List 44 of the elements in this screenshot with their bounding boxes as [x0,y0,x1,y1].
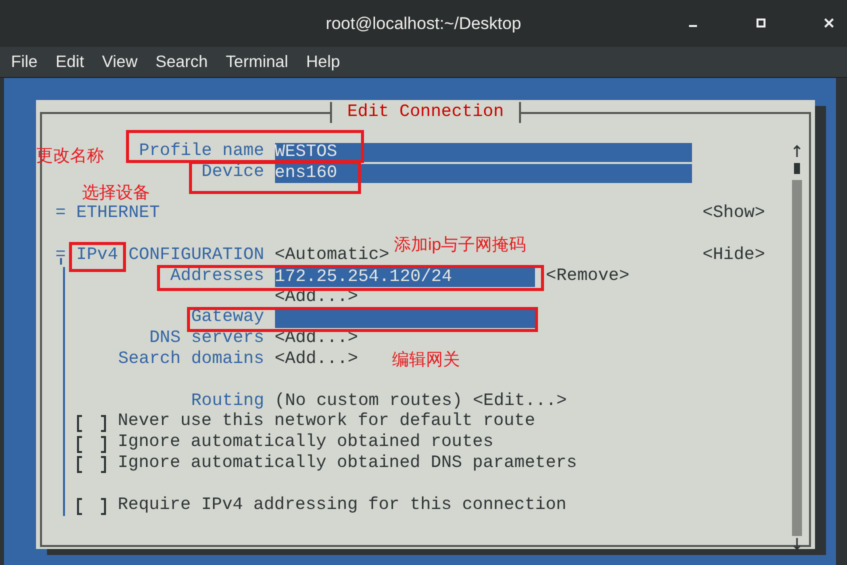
menu-item[interactable]: File [0,47,45,77]
scrollbar-thumb[interactable] [794,163,800,174]
text-field[interactable]: 172.25.254.120/24 [274,268,536,287]
field-label: Gateway [191,308,264,330]
section-title: CONFIGURATION [128,246,264,265]
checkbox[interactable] [76,496,108,516]
edit-button[interactable]: <Edit...> [472,392,567,412]
add-button[interactable]: <Add...> [274,350,358,371]
dialog-title: Edit Connection [330,102,522,123]
toggle-button[interactable]: <Hide> [702,246,766,267]
menu-item[interactable]: View [91,47,144,77]
section-title: IPv4 [76,246,118,265]
checkbox-label: Never use this network for default route [118,412,536,433]
checkbox[interactable] [76,434,108,454]
checkbox-label: Ignore automatically obtained DNS parameters [118,454,577,475]
field-label: Addresses [170,266,264,288]
annotation-text: 添加ip与子网掩码 [394,234,526,256]
field-label: Profile name [138,142,264,163]
mode-dropdown[interactable]: <Automatic> [274,246,390,267]
annotation-text: 编辑网关 [392,349,460,371]
toggle-button[interactable]: <Show> [702,204,766,226]
field-label: Routing [191,392,264,412]
field-label: DNS servers [149,329,264,350]
checkbox[interactable] [76,412,108,433]
field-label: Search domains [118,350,264,371]
checkbox-label: Require IPv4 addressing for this connection [118,496,566,516]
field-label: Device [202,162,264,184]
scroll-down-icon[interactable] [793,538,801,550]
text-field[interactable]: ens160 [274,164,692,183]
routing-status: (No custom routes) [274,392,462,412]
section-title: ETHERNET [76,204,160,224]
checkbox-label: Ignore automatically obtained routes [118,433,494,454]
menu-item[interactable]: Help [295,47,348,77]
scrollbar-track[interactable] [792,180,802,536]
window-title: root@localhost:~/Desktop [326,13,522,35]
menu-item[interactable]: Terminal [214,47,296,77]
section-marker: = [55,204,66,224]
menu-item[interactable]: Search [144,47,215,77]
annotation-text: 选择设备 [82,182,150,204]
checkbox[interactable] [76,454,108,474]
menu-item[interactable]: Edit [44,47,92,77]
scroll-up-icon[interactable] [793,145,801,157]
text-field[interactable] [274,309,536,328]
remove-button[interactable]: <Remove> [546,266,630,288]
